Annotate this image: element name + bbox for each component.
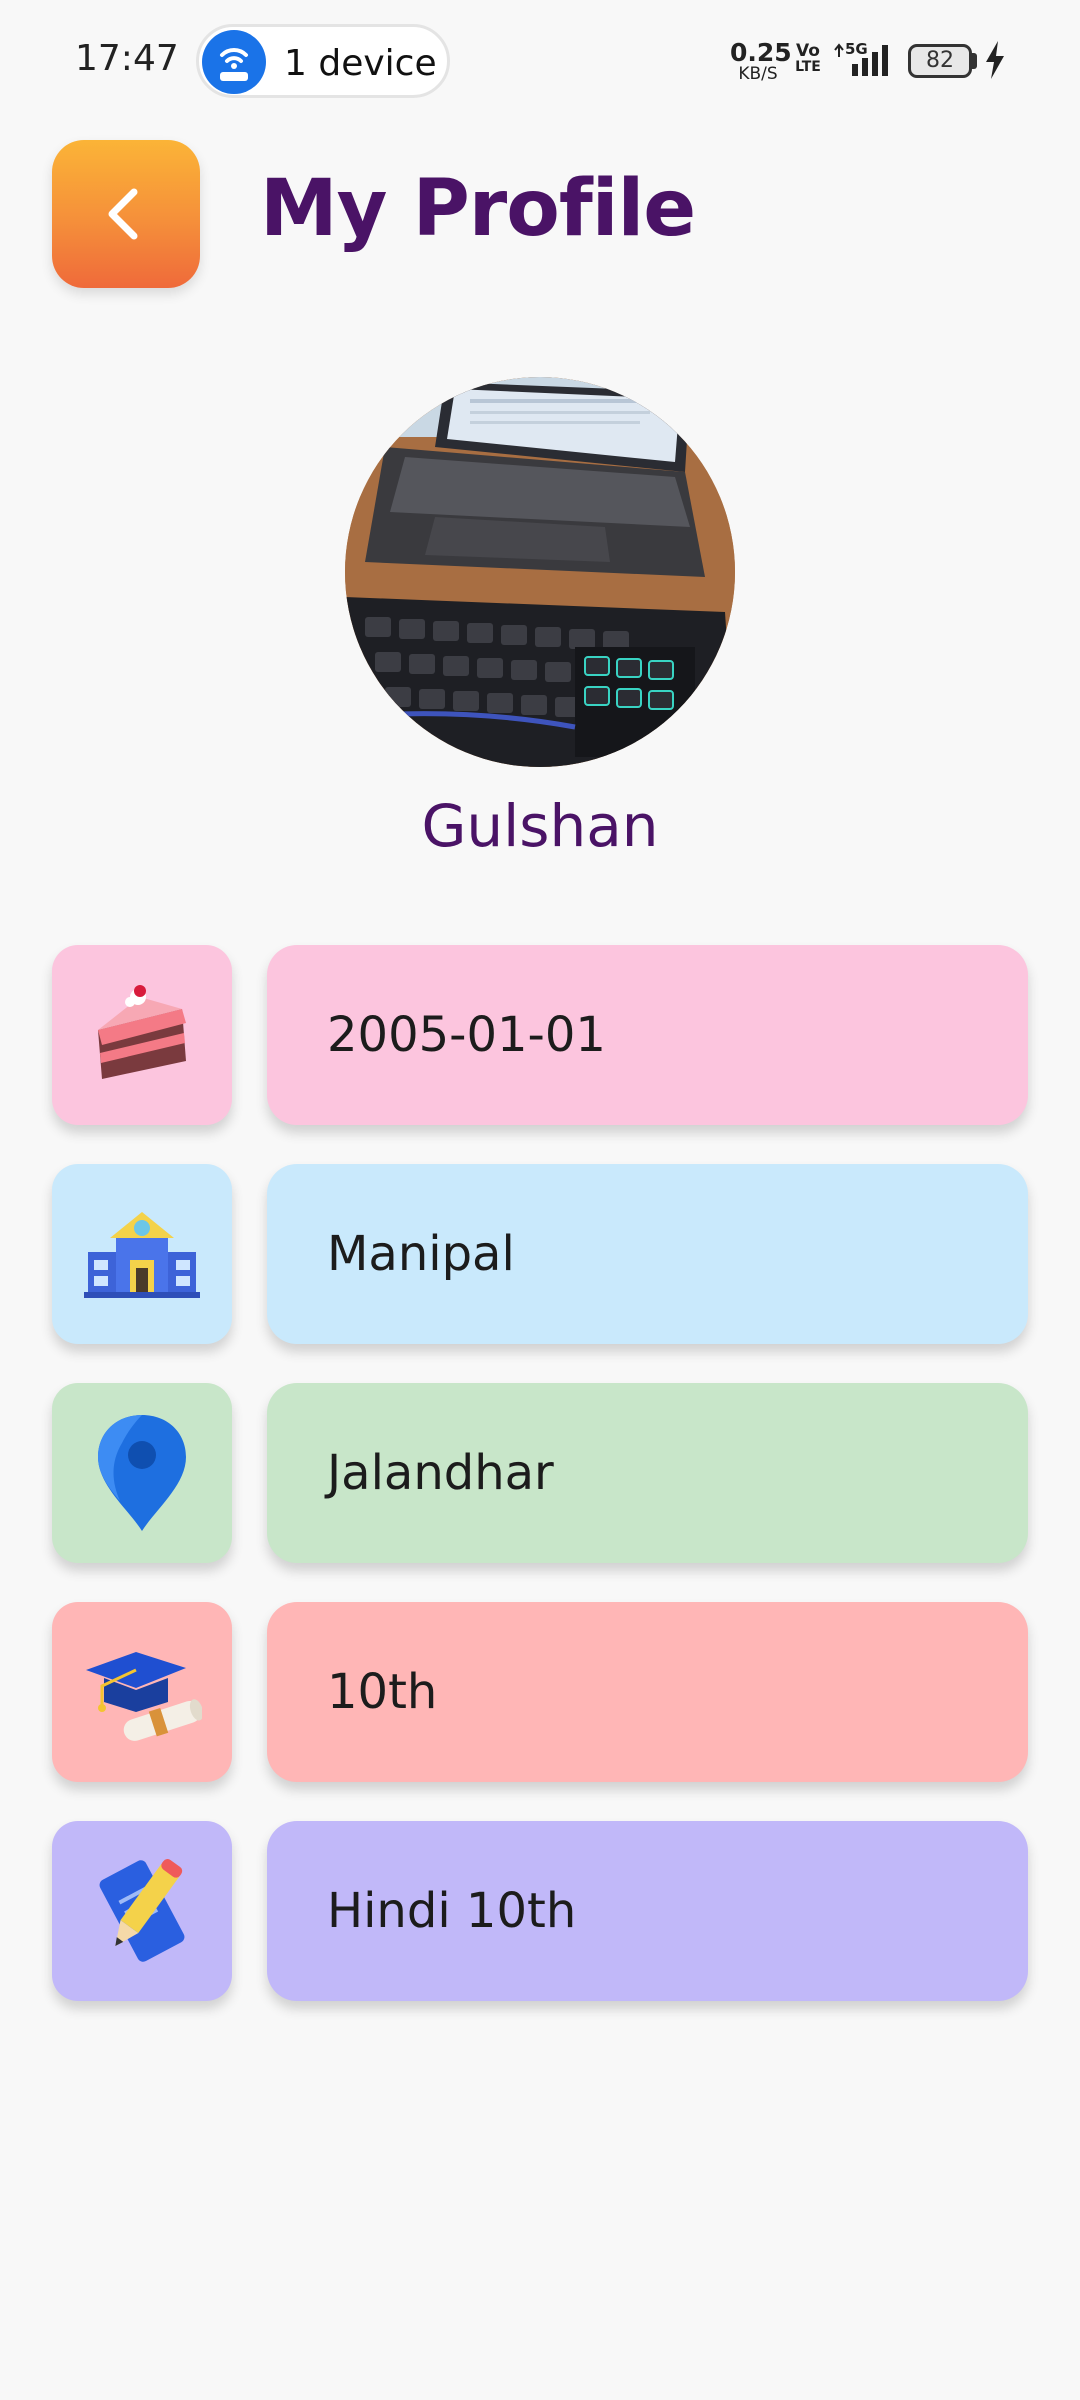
charging-icon: [983, 40, 1007, 85]
volte-indicator: Vo LTE: [795, 41, 821, 75]
profile-screen: 17:47 1 device 0.25 KB/S Vo LTE 5G 82 My…: [0, 0, 1080, 2400]
hotspot-label: 1 device: [284, 43, 437, 84]
detail-row-qualification: 10th: [52, 1602, 1028, 1782]
detail-row-school: Manipal: [52, 1164, 1028, 1344]
detail-icon-tile: [52, 1821, 232, 2001]
detail-row-subject: Hindi 10th: [52, 1821, 1028, 2001]
detail-icon-tile: [52, 945, 232, 1125]
dob-value: 2005-01-01: [327, 1007, 606, 1063]
network-speed-value: 0.25: [730, 38, 792, 67]
battery-level: 82: [926, 48, 954, 73]
back-button[interactable]: [52, 140, 200, 288]
detail-icon-tile: [52, 1164, 232, 1344]
location-value: Jalandhar: [327, 1445, 554, 1501]
network-speed-unit: KB/S: [738, 64, 778, 84]
birthday-cake-icon: [98, 985, 186, 1079]
detail-card-location[interactable]: Jalandhar: [267, 1383, 1028, 1563]
detail-row-location: Jalandhar: [52, 1383, 1028, 1563]
detail-icon-tile: [52, 1383, 232, 1563]
graduation-cap-icon: [86, 1652, 202, 1741]
avatar-photo: [345, 377, 735, 767]
battery-icon: 82: [908, 44, 972, 78]
location-pin-icon: [98, 1415, 186, 1531]
school-value: Manipal: [327, 1226, 515, 1282]
hotspot-icon: [202, 30, 266, 94]
chevron-left-icon: [108, 188, 138, 240]
battery-cap: [972, 53, 977, 69]
detail-card-dob[interactable]: 2005-01-01: [267, 945, 1028, 1125]
detail-card-school[interactable]: Manipal: [267, 1164, 1028, 1344]
network-speed: 0.25 KB/S: [730, 38, 792, 84]
signal-icon: 5G: [832, 40, 896, 87]
status-bar: 17:47 1 device 0.25 KB/S Vo LTE 5G 82: [0, 0, 1080, 125]
pencil-notes-icon: [99, 1859, 185, 1962]
avatar[interactable]: [345, 377, 735, 767]
page-title: My Profile: [260, 164, 696, 254]
school-building-icon: [84, 1212, 200, 1298]
volte-bottom: LTE: [795, 59, 821, 75]
qualification-value: 10th: [327, 1664, 438, 1720]
detail-row-dob: 2005-01-01: [52, 945, 1028, 1125]
hotspot-chip[interactable]: 1 device: [196, 24, 450, 98]
network-type-label: 5G: [845, 40, 868, 58]
volte-top: Vo: [796, 41, 820, 61]
profile-name: Gulshan: [421, 792, 659, 860]
status-time: 17:47: [75, 38, 179, 79]
detail-card-subject[interactable]: Hindi 10th: [267, 1821, 1028, 2001]
detail-card-qualification[interactable]: 10th: [267, 1602, 1028, 1782]
subject-value: Hindi 10th: [327, 1883, 577, 1939]
detail-icon-tile: [52, 1602, 232, 1782]
